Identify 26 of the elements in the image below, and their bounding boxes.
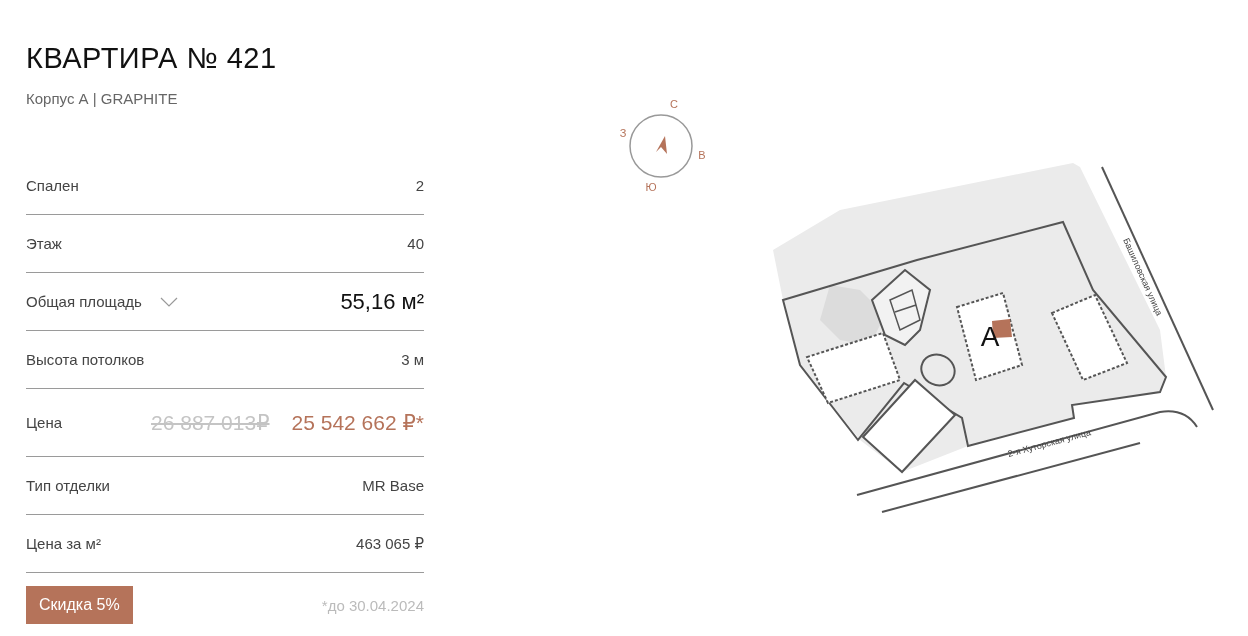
row-value: 2 bbox=[415, 177, 424, 194]
row-label: Цена за м² bbox=[26, 535, 101, 552]
row-value: 3 м bbox=[401, 351, 424, 368]
row-label: Цена bbox=[26, 414, 63, 431]
compass-icon bbox=[629, 114, 693, 178]
row-value: 463 065 ₽ bbox=[356, 534, 424, 553]
compass-label: Ю bbox=[645, 181, 657, 193]
discount-note: *до 30.04.2024 bbox=[321, 596, 424, 614]
building-subtitle: Корпус А | GRAPHITE bbox=[26, 90, 179, 107]
row-label: Тип отделки bbox=[26, 477, 110, 494]
apartment-title: КВАРТИРА № 421 bbox=[26, 41, 278, 76]
compass-label: В bbox=[698, 149, 706, 161]
row-value: 55,16 м² bbox=[340, 288, 424, 315]
discount-price: 25 542 662 ₽* bbox=[291, 410, 424, 435]
row-label: Спален bbox=[26, 177, 79, 194]
row-value: MR Base bbox=[362, 477, 424, 494]
row-label: Высота потолков bbox=[26, 351, 145, 368]
row-label: Этаж bbox=[26, 235, 62, 252]
compass-label: С bbox=[670, 98, 678, 110]
discount-badge: Скидка 5% bbox=[26, 586, 133, 624]
compass-label: З bbox=[619, 127, 627, 139]
building-label: A bbox=[980, 321, 1000, 352]
old-price: 26 887 013₽ bbox=[151, 410, 270, 435]
row-label: Общая площадь bbox=[26, 293, 142, 310]
chevron-icon[interactable] bbox=[159, 296, 178, 307]
row-value: 40 bbox=[407, 235, 424, 252]
